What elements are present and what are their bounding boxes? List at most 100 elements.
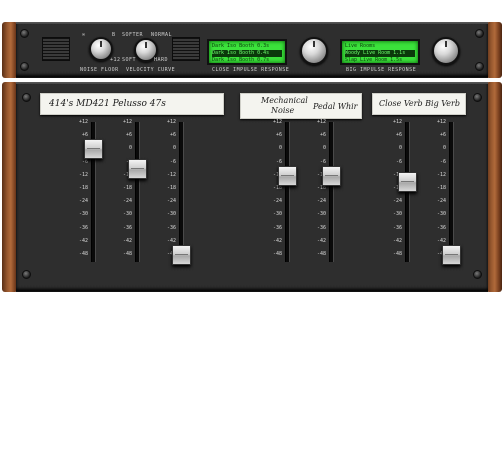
screw-icon — [22, 270, 31, 279]
scale-tick: -24 — [316, 198, 326, 205]
scale-tick: 0 — [278, 145, 282, 152]
scale-tick: -6 — [275, 158, 282, 165]
screw-icon — [475, 62, 484, 71]
speaker-grille-right — [172, 37, 200, 61]
screw-icon — [475, 29, 484, 38]
fader-track[interactable] — [135, 122, 140, 262]
scale-tick: -24 — [436, 198, 446, 205]
fader-cap-pedal-whir[interactable] — [322, 165, 341, 186]
fader-track[interactable] — [285, 122, 290, 262]
scale-tick: -36 — [122, 224, 132, 231]
close-ir-display[interactable]: Dark Iso Booth 0.3s Dark Iso Booth 0.4s … — [207, 39, 287, 65]
close-ir-label: CLOSE IMPULSE RESPONSE — [212, 67, 290, 73]
scale-tick: -42 — [392, 237, 402, 244]
fader-track[interactable] — [329, 122, 334, 262]
screw-icon — [20, 62, 29, 71]
scale-tick: -24 — [272, 198, 282, 205]
scale-tick: -48 — [78, 251, 88, 257]
vel-softer-label: SOFTER — [122, 32, 144, 38]
scale-tick: -12 — [78, 171, 88, 178]
scale-tick: +6 — [275, 132, 282, 139]
big-ir-knob[interactable] — [432, 37, 460, 65]
scale-tick: -6 — [169, 158, 176, 165]
big-ir-item-selected[interactable]: Woody Live Room 1.1s — [345, 50, 415, 57]
screw-icon — [473, 270, 482, 279]
tape-label-text: Close Verb Big Verb — [379, 99, 460, 108]
scale-tick: -42 — [272, 237, 282, 244]
tape-label-text: Noise — [271, 106, 295, 115]
scale-tick: -30 — [122, 211, 132, 218]
scale-tick: 0 — [398, 145, 402, 152]
fader-track[interactable] — [449, 122, 454, 262]
scale-tick: -6 — [395, 158, 402, 165]
scale-tick: 0 — [172, 145, 176, 152]
vel-soft-label: SOFT — [122, 57, 137, 63]
scale-tick: +6 — [169, 132, 176, 139]
scale-tick: +12 — [436, 119, 446, 125]
tape-label-noise: Mechanical Noise Pedal Whir — [240, 93, 362, 119]
big-ir-label: BIG IMPULSE RESPONSE — [346, 67, 417, 73]
tape-label-reverbs: Close Verb Big Verb — [372, 93, 466, 115]
scale-tick: -18 — [316, 185, 326, 191]
fader-track[interactable] — [179, 122, 184, 262]
scale-tick: +6 — [439, 132, 446, 139]
scale-tick: -48 — [316, 251, 326, 257]
scale-tick: +12 — [316, 119, 326, 125]
close-ir-item[interactable]: Dark Iso Booth 0.3s — [212, 43, 282, 50]
fader-cap-mechanical-noise[interactable] — [278, 165, 297, 186]
fader-mechanical-noise: +12+60-6-12-18-24-30-36-42-48 — [264, 119, 304, 269]
fader-pelusso-47s: +12+60-6-12-18-24-30-36-42-48 — [158, 119, 198, 269]
tape-label-close-mics: 414's MD421 Pelusso 47s — [40, 93, 224, 115]
scale-tick: -24 — [392, 198, 402, 205]
fader-cap-414s[interactable] — [84, 139, 103, 160]
scale-tick: -24 — [166, 198, 176, 205]
top-rack: ∞ +12 NOISE FLOOR B SOFTER NORMAL SOFT H… — [0, 22, 504, 78]
scale-tick: -48 — [392, 251, 402, 257]
scale-tick: +6 — [395, 132, 402, 139]
wood-side-right — [486, 22, 502, 78]
big-ir-item[interactable]: Slap Live Room 1.5s — [345, 57, 415, 64]
scale-tick: -18 — [436, 185, 446, 191]
scale-tick: -18 — [166, 185, 176, 191]
scale-tick: -48 — [122, 251, 132, 257]
scale-tick: -6 — [319, 158, 326, 165]
scale-tick: 0 — [128, 145, 132, 152]
scale-tick: -42 — [122, 237, 132, 244]
scale-tick: -30 — [166, 211, 176, 218]
wood-side-right — [486, 82, 502, 292]
fader-cap-md421[interactable] — [128, 159, 147, 180]
scale-tick: -24 — [122, 198, 132, 205]
vel-b-label: B — [112, 32, 116, 38]
fader-md421: +12+60-6-12-18-24-30-36-42-48 — [114, 119, 154, 269]
fader-cap-pelusso-47s[interactable] — [172, 245, 191, 265]
scale-tick: -36 — [78, 224, 88, 231]
scale-tick: -42 — [436, 237, 446, 244]
tape-label-text: 414's MD421 Pelusso 47s — [49, 99, 166, 109]
fader-cap-big-verb[interactable] — [442, 245, 461, 265]
mixer-rack: 414's MD421 Pelusso 47s Mechanical Noise… — [0, 82, 504, 292]
scale-tick: -36 — [392, 224, 402, 231]
scale-tick: -12 — [166, 171, 176, 178]
tape-label-text: Pedal Whir — [313, 102, 358, 111]
scale-tick: -42 — [166, 237, 176, 244]
screw-icon — [22, 93, 31, 102]
screw-icon — [473, 93, 482, 102]
scale-tick: 0 — [322, 145, 326, 152]
big-ir-display[interactable]: Live Rooms Woody Live Room 1.1s Slap Liv… — [340, 39, 420, 65]
scale-tick: -12 — [436, 171, 446, 178]
scale-tick: +12 — [392, 119, 402, 125]
close-ir-item-selected[interactable]: Dark Iso Booth 0.4s — [212, 50, 282, 57]
scale-tick: -6 — [81, 158, 88, 165]
scale-tick: +6 — [81, 132, 88, 139]
big-ir-item[interactable]: Live Rooms — [345, 43, 415, 50]
scale-tick: +12 — [78, 119, 88, 125]
close-ir-item[interactable]: Dark Iso Booth 0.7s — [212, 57, 282, 64]
fader-414s: +12+60-6-12-18-24-30-36-42-48 — [70, 119, 110, 269]
tape-label-text: Mechanical — [261, 96, 308, 105]
close-ir-knob[interactable] — [300, 37, 328, 65]
scale-tick: -18 — [272, 185, 282, 191]
vel-hard-label: HARD — [154, 57, 169, 63]
scale-tick: -30 — [392, 211, 402, 218]
fader-cap-close-verb[interactable] — [398, 172, 417, 193]
noise-max-label: +12 — [110, 57, 121, 63]
